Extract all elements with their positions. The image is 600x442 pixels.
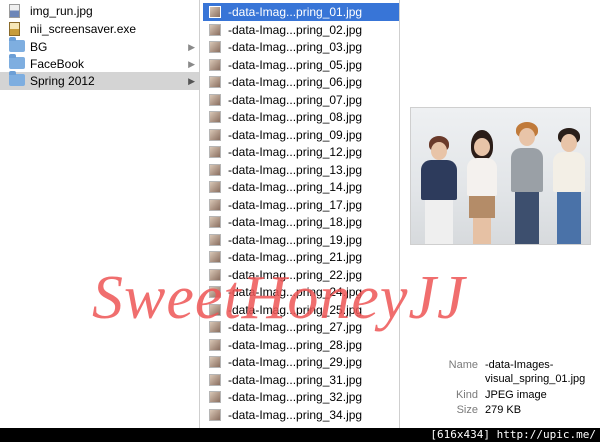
image-thumbnail-icon: [209, 41, 221, 53]
file-item-label: -data-Imag...pring_12.jpg: [228, 145, 363, 159]
image-thumbnail-icon: [209, 339, 221, 351]
file-item-label: -data-Imag...pring_32.jpg: [228, 390, 363, 404]
image-thumbnail-icon: [209, 216, 221, 228]
file-item-img-run[interactable]: img_run.jpg: [0, 2, 199, 20]
image-thumbnail-icon: [209, 129, 221, 141]
file-item-image[interactable]: -data-Imag...pring_29.jpg: [203, 353, 399, 371]
file-item-label: -data-Imag...pring_34.jpg: [228, 408, 363, 422]
folder-icon: [9, 37, 25, 52]
file-item-screensaver[interactable]: nii_screensaver.exe: [0, 20, 199, 38]
photo-person: [417, 136, 461, 244]
chevron-right-icon: ▶: [188, 59, 195, 69]
folder-item-spring-2012[interactable]: Spring 2012 ▶: [0, 71, 199, 90]
file-item-label: -data-Imag...pring_19.jpg: [228, 233, 363, 247]
image-thumbnail-icon: [209, 181, 221, 193]
file-item-label: -data-Imag...pring_28.jpg: [228, 338, 363, 352]
file-item-label: -data-Imag...pring_03.jpg: [228, 40, 363, 54]
info-value-kind: JPEG image: [485, 389, 547, 401]
watermark-text: SweetHoneyJJ: [92, 264, 466, 332]
file-item-image[interactable]: -data-Imag...pring_09.jpg: [203, 126, 399, 144]
file-item-label: -data-Imag...pring_09.jpg: [228, 128, 363, 142]
info-value-size: 279 KB: [485, 404, 522, 416]
file-item-label: -data-Imag...pring_31.jpg: [228, 373, 363, 387]
folder-item-bg[interactable]: BG ▶: [0, 37, 199, 56]
file-item-label: -data-Imag...pring_17.jpg: [228, 198, 363, 212]
image-thumbnail-icon: [209, 164, 221, 176]
image-thumbnail-icon: [209, 234, 221, 246]
preview-image: [410, 107, 591, 245]
file-item-label: -data-Imag...pring_05.jpg: [228, 58, 363, 72]
info-key-kind: Kind: [455, 389, 478, 401]
photo-person: [549, 128, 589, 244]
image-thumbnail-icon: [209, 391, 221, 403]
image-thumbnail-icon: [209, 409, 221, 421]
footer-text: [616x434] http://upic.me/: [430, 428, 596, 441]
column-browser-pane-2: -data-Imag...pring_01.jpg -data-Imag...pr…: [200, 0, 400, 428]
image-thumbnail-icon: [209, 356, 221, 368]
finder-window: img_run.jpg nii_screensaver.exe BG ▶ Fac…: [0, 0, 600, 428]
image-thumbnail-icon: [209, 76, 221, 88]
file-item-label: -data-Imag...pring_06.jpg: [228, 75, 363, 89]
file-item-image[interactable]: -data-Imag...pring_31.jpg: [203, 371, 399, 389]
file-item-image[interactable]: -data-Imag...pring_02.jpg: [203, 21, 399, 39]
info-key-size: Size: [456, 404, 478, 416]
file-item-image[interactable]: -data-Imag...pring_03.jpg: [203, 38, 399, 56]
file-item-image[interactable]: -data-Imag...pring_17.jpg: [203, 196, 399, 214]
file-item-label: -data-Imag...pring_18.jpg: [228, 215, 363, 229]
file-item-label: -data-Imag...pring_07.jpg: [228, 93, 363, 107]
info-value-name-line2: visual_spring_01.jpg: [485, 373, 586, 385]
file-item-label: -data-Imag...pring_02.jpg: [228, 23, 363, 37]
image-thumbnail-icon: [209, 111, 221, 123]
file-item-image[interactable]: -data-Imag...pring_01.jpg: [203, 3, 399, 21]
folder-item-facebook[interactable]: FaceBook ▶: [0, 54, 199, 73]
file-item-label: -data-Imag...pring_14.jpg: [228, 180, 363, 194]
file-item-image[interactable]: -data-Imag...pring_14.jpg: [203, 178, 399, 196]
photo-person: [461, 130, 503, 244]
file-item-label: -data-Imag...pring_13.jpg: [228, 163, 363, 177]
file-item-image[interactable]: -data-Imag...pring_12.jpg: [203, 143, 399, 161]
file-item-image[interactable]: -data-Imag...pring_05.jpg: [203, 56, 399, 74]
file-item-label: -data-Imag...pring_29.jpg: [228, 355, 363, 369]
chevron-right-icon: ▶: [188, 42, 195, 52]
image-file-icon: [9, 4, 20, 18]
file-item-image[interactable]: -data-Imag...pring_18.jpg: [203, 213, 399, 231]
column-browser-pane-1: img_run.jpg nii_screensaver.exe BG ▶ Fac…: [0, 0, 200, 428]
image-thumbnail-icon: [209, 94, 221, 106]
exe-file-icon: [9, 22, 20, 36]
info-value-name-line1: -data-Images-: [485, 359, 554, 371]
file-item-image[interactable]: -data-Imag...pring_06.jpg: [203, 73, 399, 91]
file-item-image[interactable]: -data-Imag...pring_08.jpg: [203, 108, 399, 126]
photo-person: [507, 122, 547, 244]
file-item-label: -data-Imag...pring_08.jpg: [228, 110, 363, 124]
file-item-image[interactable]: -data-Imag...pring_34.jpg: [203, 406, 399, 424]
image-thumbnail-icon: [209, 24, 221, 36]
image-thumbnail-icon: [209, 199, 221, 211]
file-item-image[interactable]: -data-Imag...pring_13.jpg: [203, 161, 399, 179]
preview-pane: Name -data-Images- visual_spring_01.jpg …: [400, 0, 600, 428]
image-thumbnail-icon: [209, 6, 221, 18]
info-key-name: Name: [448, 359, 478, 371]
file-item-image[interactable]: -data-Imag...pring_07.jpg: [203, 91, 399, 109]
chevron-right-icon: ▶: [188, 76, 195, 86]
file-item-label: -data-Imag...pring_01.jpg: [228, 5, 363, 19]
folder-icon: [9, 71, 25, 86]
footer-bar: [616x434] http://upic.me/: [0, 428, 600, 442]
file-item-image[interactable]: -data-Imag...pring_32.jpg: [203, 388, 399, 406]
file-item-image[interactable]: -data-Imag...pring_28.jpg: [203, 336, 399, 354]
image-thumbnail-icon: [209, 146, 221, 158]
image-thumbnail-icon: [209, 374, 221, 386]
image-thumbnail-icon: [209, 59, 221, 71]
file-item-image[interactable]: -data-Imag...pring_19.jpg: [203, 231, 399, 249]
folder-icon: [9, 54, 25, 69]
